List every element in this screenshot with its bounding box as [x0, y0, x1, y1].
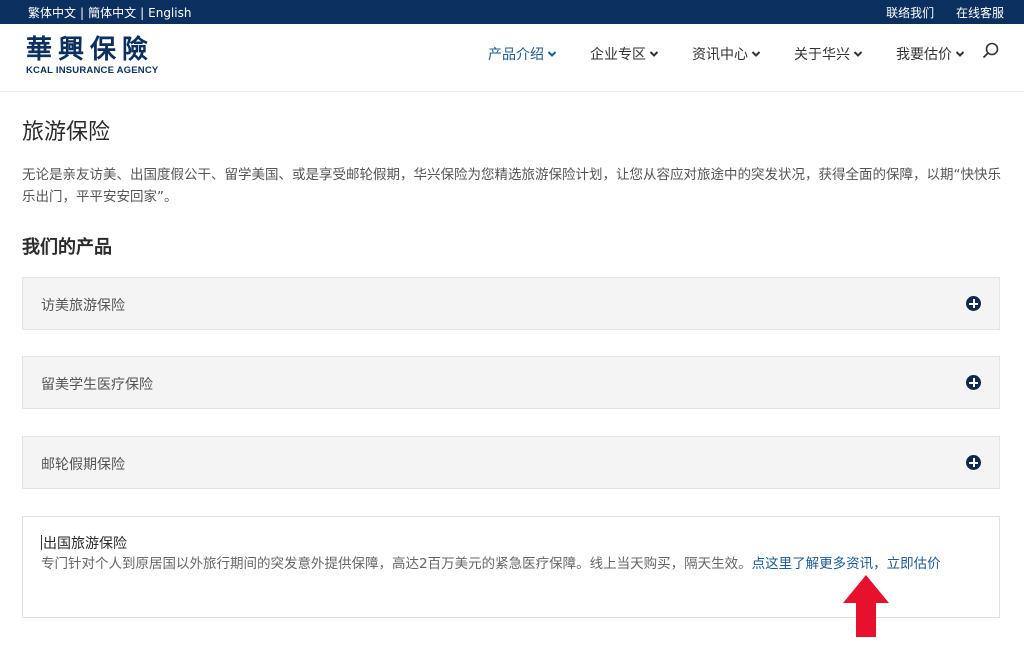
- nav-item-enterprise[interactable]: 企业专区: [590, 44, 659, 64]
- nav-item-label: 产品介绍: [488, 47, 544, 63]
- page-title: 旅游保险: [22, 120, 111, 145]
- intro-text: 无论是亲友访美、出国度假公干、留学美国、或是享受邮轮假期，华兴保险为您精选旅游保…: [22, 167, 1001, 205]
- panel-description-text: 专门针对个人到原居国以外旅行期间的突发意外提供保障，高达2百万美元的紧急医疗保障…: [41, 556, 752, 572]
- nav-item-about[interactable]: 关于华兴: [794, 44, 863, 64]
- online-service-link[interactable]: 在线客服: [956, 6, 1004, 20]
- accordion-item-cruise[interactable]: 邮轮假期保险: [22, 436, 1000, 489]
- contact-link[interactable]: 联络我们: [886, 6, 934, 20]
- chevron-down-icon: [751, 51, 761, 57]
- accordion-label: 留美学生医疗保险: [41, 377, 153, 393]
- lang-simplified-link[interactable]: 簡体中文: [88, 6, 136, 20]
- language-switcher: 繁体中文 | 簡体中文 | English: [28, 4, 191, 21]
- nav-item-products[interactable]: 产品介绍: [488, 44, 557, 64]
- products-heading: 我们的产品: [22, 237, 112, 258]
- nav-item-label: 关于华兴: [794, 47, 850, 63]
- lang-traditional-link[interactable]: 繁体中文: [28, 6, 76, 20]
- lang-english-link[interactable]: English: [148, 6, 191, 20]
- divider: |: [140, 6, 145, 20]
- panel-description: 专门针对个人到原居国以外旅行期间的突发意外提供保障，高达2百万美元的紧急医疗保障…: [41, 553, 989, 575]
- nav-item-label: 企业专区: [590, 47, 646, 63]
- top-links: 联络我们 在线客服: [868, 4, 1004, 21]
- plus-circle-icon[interactable]: [966, 455, 981, 470]
- plus-circle-icon[interactable]: [966, 296, 981, 311]
- divider: |: [80, 6, 85, 20]
- panel-title: 出国旅游保险: [41, 533, 127, 553]
- text-cursor: [41, 535, 42, 550]
- nav-item-label: 资讯中心: [692, 47, 748, 63]
- get-quote-link[interactable]: 立即估价: [887, 556, 941, 572]
- chevron-down-icon: [853, 51, 863, 57]
- arrow-up-icon: [843, 575, 889, 637]
- site-header: 華興保險 KCAL INSURANCE AGENCY 产品介绍 企业专区 资讯中…: [0, 24, 1024, 92]
- nav-item-news[interactable]: 资讯中心: [692, 44, 761, 64]
- nav-item-quote[interactable]: 我要估价: [896, 44, 965, 64]
- nav-item-label: 我要估价: [896, 47, 952, 63]
- main-nav: 产品介绍 企业专区 资讯中心 关于华兴 我要估价: [488, 44, 998, 64]
- accordion-label: 访美旅游保险: [41, 298, 125, 314]
- plus-circle-icon[interactable]: [966, 375, 981, 390]
- top-bar: 繁体中文 | 簡体中文 | English 联络我们 在线客服: [0, 0, 1024, 24]
- chevron-down-icon: [547, 51, 557, 57]
- panel-title-text: 出国旅游保险: [43, 536, 127, 552]
- accordion-item-visitor-travel[interactable]: 访美旅游保险: [22, 277, 1000, 330]
- accordion-label: 邮轮假期保险: [41, 457, 125, 473]
- search-icon[interactable]: [982, 42, 1000, 60]
- link-separator: ，: [873, 556, 887, 572]
- chevron-down-icon: [649, 51, 659, 57]
- logo[interactable]: 華興保險 KCAL INSURANCE AGENCY: [26, 36, 158, 76]
- chevron-down-icon: [955, 51, 965, 57]
- learn-more-link[interactable]: 点这里了解更多资讯: [752, 556, 874, 572]
- accordion-item-student-medical[interactable]: 留美学生医疗保险: [22, 356, 1000, 409]
- logo-name-cn: 華興保險: [26, 35, 155, 65]
- logo-name-en: KCAL INSURANCE AGENCY: [26, 65, 159, 76]
